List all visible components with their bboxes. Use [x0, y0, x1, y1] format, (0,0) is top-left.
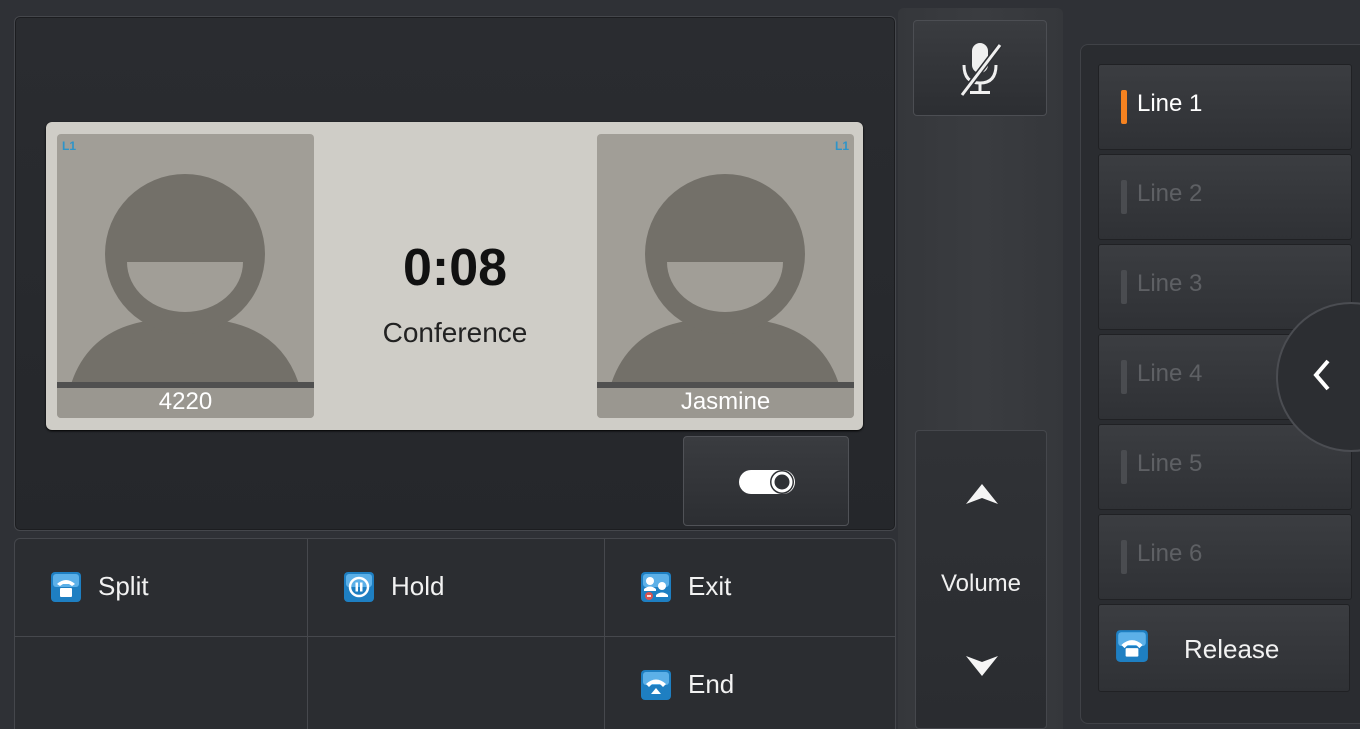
exit-label: Exit [688, 571, 732, 601]
line-label: Line 2 [1137, 180, 1203, 207]
line-status-led [1121, 180, 1127, 214]
line-label: Line 5 [1137, 450, 1203, 477]
split-button[interactable]: Split [15, 539, 307, 634]
release-label: Release [1184, 634, 1280, 664]
end-label: End [688, 669, 735, 699]
participant-name: 4220 [158, 388, 213, 415]
microphone-mute-icon [959, 43, 1003, 97]
volume-down-button[interactable] [916, 638, 1048, 698]
avatar-icon [65, 174, 305, 412]
hold-label: Hold [391, 571, 445, 601]
line-status-led [1121, 360, 1127, 394]
line-label: Line 3 [1137, 270, 1203, 297]
volume-up-button[interactable] [916, 466, 1048, 526]
call-timer: 0:08 [402, 239, 508, 297]
exit-button[interactable]: Exit [605, 539, 895, 634]
line-label: Line 6 [1137, 540, 1203, 567]
line-key-2[interactable]: Line 2 [1098, 154, 1352, 240]
participant-card-1[interactable]: L1 4220 [57, 134, 314, 418]
call-type-label: Conference [382, 317, 528, 348]
line-status-led [1121, 450, 1127, 484]
softkey-bar: Split Hold Exit End [14, 538, 896, 729]
line-tag-label: L1 [62, 139, 77, 153]
split-phone-icon [51, 571, 81, 602]
hold-button[interactable]: Hold [308, 539, 604, 634]
volume-label: Volume [940, 570, 1022, 597]
line-status-led [1121, 270, 1127, 304]
split-label: Split [98, 571, 149, 601]
release-phone-icon [1116, 630, 1148, 662]
participant-card-2[interactable]: L1 Jasmine [597, 134, 854, 418]
line-key-6[interactable]: Line 6 [1098, 514, 1352, 600]
line-key-1[interactable]: Line 1 [1098, 64, 1352, 150]
line-tag-label: L1 [834, 139, 849, 153]
mute-button[interactable] [913, 20, 1047, 116]
end-call-icon [641, 669, 671, 700]
line-status-led [1121, 90, 1127, 124]
end-call-button[interactable]: End [605, 637, 895, 729]
record-button[interactable] [683, 436, 849, 526]
chevron-left-icon [1313, 359, 1330, 391]
hold-icon [344, 571, 374, 602]
line-label: Line 1 [1137, 90, 1203, 117]
record-toggle-icon [739, 470, 795, 494]
line-status-led [1121, 540, 1127, 574]
avatar-icon [605, 174, 845, 412]
participant-name: Jasmine [680, 388, 771, 415]
exit-conference-icon [641, 571, 671, 602]
line-label: Line 4 [1137, 360, 1203, 387]
